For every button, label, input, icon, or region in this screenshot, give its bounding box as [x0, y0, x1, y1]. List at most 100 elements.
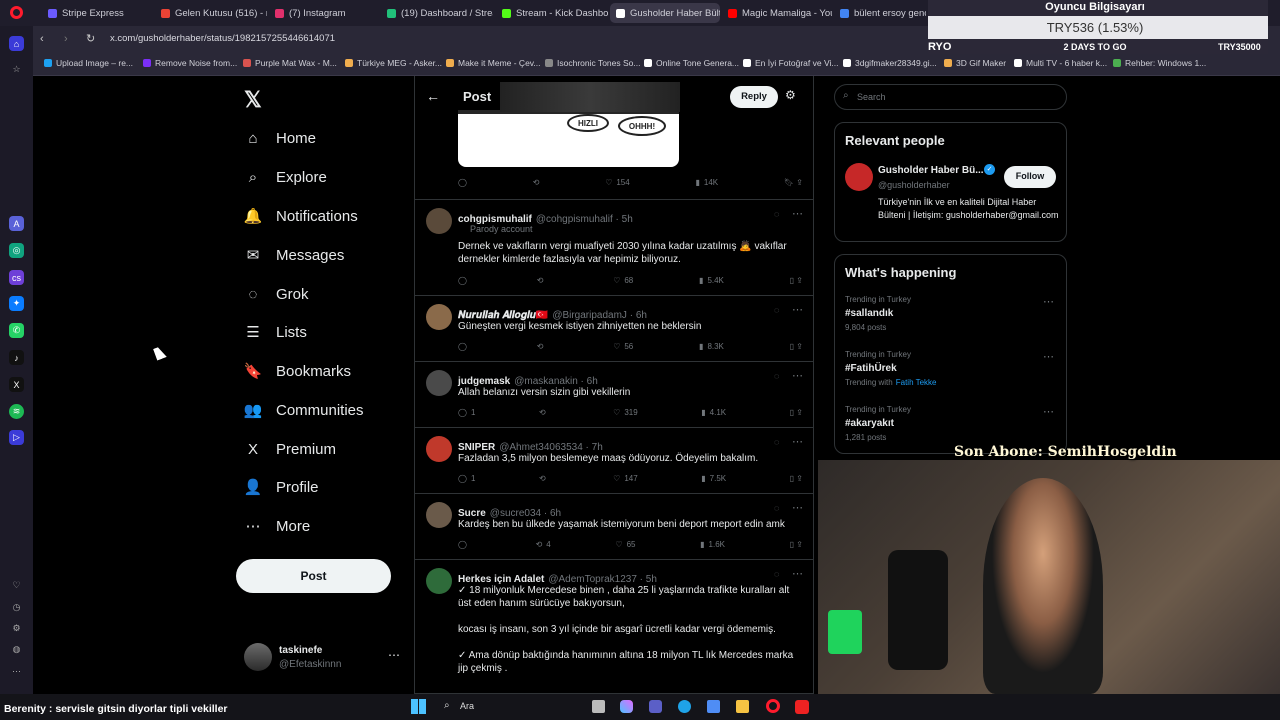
trend-item[interactable]: Trending in Turkey #sallandık 9,804 posts ⋯	[845, 295, 1060, 345]
player-icon[interactable]: ▷	[9, 430, 24, 445]
bookmark-item[interactable]: 3D Gif Maker	[944, 58, 1006, 68]
bookmark-item[interactable]: Purple Mat Wax - M...	[243, 58, 337, 68]
more-icon[interactable]: ⋯	[388, 648, 400, 662]
browser-tab[interactable]: bülent ersoy gençliği - Go	[834, 3, 926, 23]
views-count[interactable]: ▮ 8.3K	[699, 342, 724, 351]
views-count[interactable]: ▮ 7.5K	[701, 474, 726, 483]
edge-icon[interactable]	[678, 700, 691, 713]
more-icon[interactable]: ⋯	[792, 435, 803, 448]
grok-icon[interactable]: ◌	[774, 305, 779, 315]
avatar[interactable]	[845, 163, 873, 191]
heart-icon[interactable]: ♡	[9, 578, 24, 593]
settings-icon[interactable]: ⚙	[9, 621, 24, 636]
x-logo-icon[interactable]: 𝕏	[244, 87, 262, 113]
reply-tweet[interactable]: SNIPER @Ahmet34063534 · 7h ◌ ⋯ Fazladan 3,5 …	[415, 428, 813, 494]
nav-item-explore[interactable]: ⌕ Explore	[244, 168, 327, 186]
app-icon[interactable]: cs	[9, 270, 24, 285]
tiktok-icon[interactable]: ♪	[9, 350, 24, 365]
views-count[interactable]: ▮ 14K	[695, 178, 718, 187]
star-icon[interactable]: ☆	[9, 62, 24, 77]
reply-count[interactable]: ◯ 1	[458, 408, 475, 417]
reply-count[interactable]: ◯	[458, 276, 471, 285]
reply-count[interactable]: ◯ 1	[458, 474, 475, 483]
like-count[interactable]: ♡ 147	[613, 474, 638, 483]
more-icon[interactable]: ⋯	[1043, 295, 1054, 308]
aria-icon[interactable]: A	[9, 216, 24, 231]
more-icon[interactable]: ⋯	[792, 369, 803, 382]
nav-item-more[interactable]: ⋯ More	[244, 517, 311, 536]
more-icon[interactable]: ⋯	[792, 207, 803, 220]
post-button[interactable]: Post	[236, 559, 391, 593]
browser-tab[interactable]: (7) Instagram	[269, 3, 379, 23]
reply-tweet[interactable]: 𝑵𝒖𝒓𝒖𝒍𝒍𝒂𝒉 𝑨𝒍𝒊𝒐𝒈𝒍𝒖🇹🇷 @BirgaripadamJ · 6h ◌ ⋯ G…	[415, 296, 813, 362]
like-count[interactable]: ♡ 56	[613, 342, 633, 351]
nav-item-lists[interactable]: ☰ Lists	[244, 323, 307, 342]
post-image[interactable]: HIZLI OHHH!	[458, 110, 679, 167]
views-count[interactable]: ▮ 4.1K	[701, 408, 726, 417]
bookmark-item[interactable]: En İyi Fotoğraf ve Vi...	[743, 58, 838, 68]
like-count[interactable]: ♡ 319	[613, 408, 638, 417]
app-icon[interactable]	[795, 700, 809, 714]
browser-tab[interactable]: Magic Mamaliga - YouTub	[722, 3, 832, 23]
bookmark-item[interactable]: Multi TV - 6 haber k...	[1014, 58, 1107, 68]
like-count[interactable]: ♡ 68	[613, 276, 633, 285]
bookmark-item[interactable]: Türkiye MEG - Asker...	[345, 58, 442, 68]
bookmark-icon[interactable]: ▯ ⇪	[790, 276, 803, 285]
more-icon[interactable]: ⋯	[792, 567, 803, 580]
bookmark-item[interactable]: Remove Noise from...	[143, 58, 237, 68]
reply-count[interactable]: ◯	[458, 342, 471, 351]
more-icon[interactable]: ⋯	[1043, 405, 1054, 418]
avatar[interactable]	[426, 370, 452, 396]
grok-icon[interactable]: ◌	[774, 569, 779, 579]
follow-button[interactable]: Follow	[1004, 166, 1056, 188]
bookmark-item[interactable]: Upload Image – re...	[44, 58, 133, 68]
retweet-icon[interactable]: ⟲	[533, 178, 540, 187]
search-input[interactable]: Search	[834, 84, 1067, 110]
taskbar-search[interactable]: Ara	[460, 701, 474, 711]
account-switcher[interactable]: taskinefe @Efetaskinnn ⋯	[244, 642, 404, 674]
retweet-count[interactable]: ⟲ 4	[536, 540, 551, 549]
explorer-icon[interactable]	[736, 700, 749, 713]
taskbar-app-icon[interactable]	[592, 700, 605, 713]
copilot-icon[interactable]	[620, 700, 633, 713]
nav-item-premium[interactable]: X Premium	[244, 440, 336, 458]
bookmark-icon[interactable]: ▯ ⇪	[790, 342, 803, 351]
browser-tab[interactable]: Gusholder Haber Bülteni	[610, 3, 720, 23]
retweet-count[interactable]: ⟲	[539, 474, 550, 483]
nav-item-grok[interactable]: ◌ Grok	[244, 285, 309, 303]
bookmark-item[interactable]: Isochronic Tones So...	[545, 58, 640, 68]
forward-icon[interactable]: ›	[64, 33, 68, 45]
bookmark-item[interactable]: Make it Meme - Çev...	[446, 58, 541, 68]
grok-icon[interactable]: ◌	[774, 503, 779, 513]
avatar[interactable]	[426, 568, 452, 594]
reply-count[interactable]: ◯	[458, 540, 471, 549]
views-count[interactable]: ▮ 1.6K	[700, 540, 725, 549]
grok-icon[interactable]: ◌	[774, 209, 779, 219]
whatsapp-icon[interactable]: ✆	[9, 323, 24, 338]
reply-tweet[interactable]: cohgpismuhalif @cohgpismuhalif · 5h ◌ ⋯ Paro…	[415, 200, 813, 296]
nav-item-notifications[interactable]: 🔔 Notifications	[244, 207, 358, 226]
person-name[interactable]: Gusholder Haber Bü...	[878, 165, 984, 176]
teams-icon[interactable]	[649, 700, 662, 713]
bookmark-item[interactable]: Online Tone Genera...	[644, 58, 739, 68]
browser-tab[interactable]: Stripe Express	[42, 3, 152, 23]
x-icon[interactable]: X	[9, 377, 24, 392]
store-icon[interactable]	[707, 700, 720, 713]
browser-tab[interactable]: Stream - Kick Dashboard	[496, 3, 608, 23]
filter-icon[interactable]: ⚙	[785, 88, 796, 102]
retweet-count[interactable]: ⟲	[537, 276, 548, 285]
reload-icon[interactable]: ↻	[86, 32, 95, 45]
history-icon[interactable]: ◷	[9, 600, 24, 615]
more-icon[interactable]: ⋯	[792, 501, 803, 514]
bookmark-item[interactable]: 3dgifmaker28349.gi...	[843, 58, 937, 68]
windows-start-icon[interactable]	[411, 699, 426, 714]
bookmark-icon[interactable]: ▯ ⇪	[790, 408, 803, 417]
avatar[interactable]	[426, 502, 452, 528]
retweet-count[interactable]: ⟲	[539, 408, 550, 417]
views-count[interactable]: ▮ 5.4K	[699, 276, 724, 285]
browser-tab[interactable]: Gelen Kutusu (516) - nosi	[155, 3, 267, 23]
opera-logo-icon[interactable]	[10, 6, 23, 19]
nav-item-communities[interactable]: 👥 Communities	[244, 401, 364, 420]
bookmark-icon[interactable]: ▯ ⇪	[790, 474, 803, 483]
browser-tab[interactable]: (19) Dashboard / Streamla	[381, 3, 493, 23]
